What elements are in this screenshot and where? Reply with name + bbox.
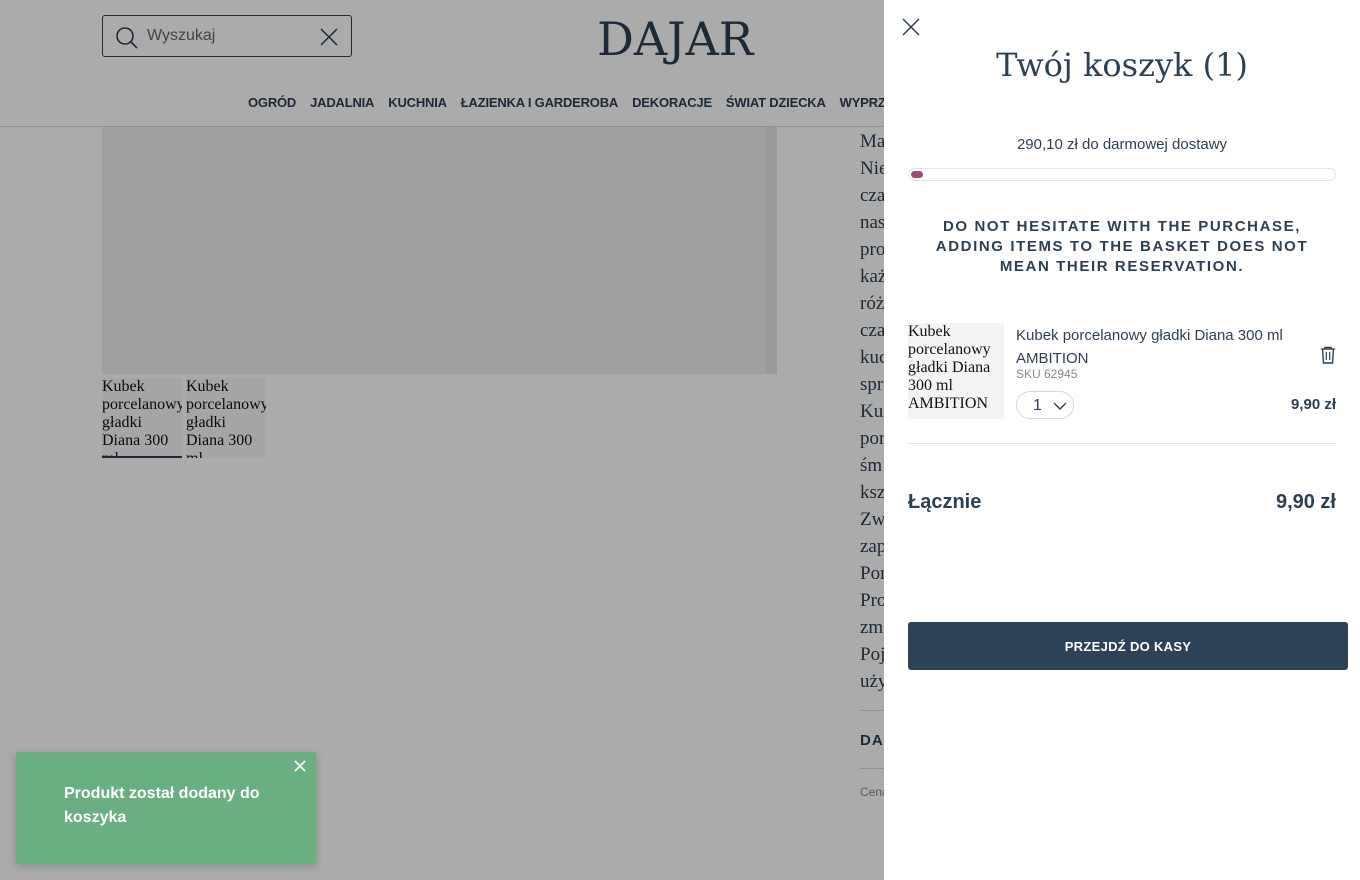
cart-drawer: Twój koszyk (1) 290,10 zł do darmowej do…: [884, 0, 1360, 880]
cart-item-image[interactable]: Kubek porcelanowy gładki Diana 300 ml AM…: [908, 323, 1004, 419]
total-label: Łącznie: [908, 491, 982, 513]
progress-fill: [911, 171, 923, 178]
quantity-select[interactable]: 1: [1016, 391, 1074, 419]
divider: [908, 443, 1336, 444]
added-to-cart-toast: Produkt został dodany do koszyka: [16, 752, 316, 864]
modal-backdrop[interactable]: [0, 0, 884, 880]
total-value: 9,90 zł: [1275, 491, 1336, 513]
trash-icon[interactable]: [1318, 345, 1338, 365]
reservation-notice: DO NOT HESITATE WITH THE PURCHASE, ADDIN…: [935, 218, 1309, 275]
quantity-value: 1: [1033, 397, 1042, 414]
free-shipping-text: 290,10 zł do darmowej dostawy: [1016, 136, 1228, 153]
toast-close-icon[interactable]: [292, 758, 308, 774]
toast-message: Produkt został dodany do koszyka: [64, 785, 260, 826]
free-shipping-progress: [908, 168, 1336, 181]
chevron-down-icon: [1053, 402, 1067, 410]
cart-item-name[interactable]: Kubek porcelanowy gładki Diana 300 ml AM…: [1016, 324, 1316, 370]
cart-title: Twój koszyk (1): [996, 46, 1248, 84]
cart-item-price: 9,90 zł: [1290, 396, 1336, 413]
cart-item-sku: SKU 62945: [1016, 367, 1078, 381]
checkout-button[interactable]: PRZEJDŹ DO KASY: [908, 622, 1348, 670]
close-cart-icon[interactable]: [900, 16, 922, 38]
